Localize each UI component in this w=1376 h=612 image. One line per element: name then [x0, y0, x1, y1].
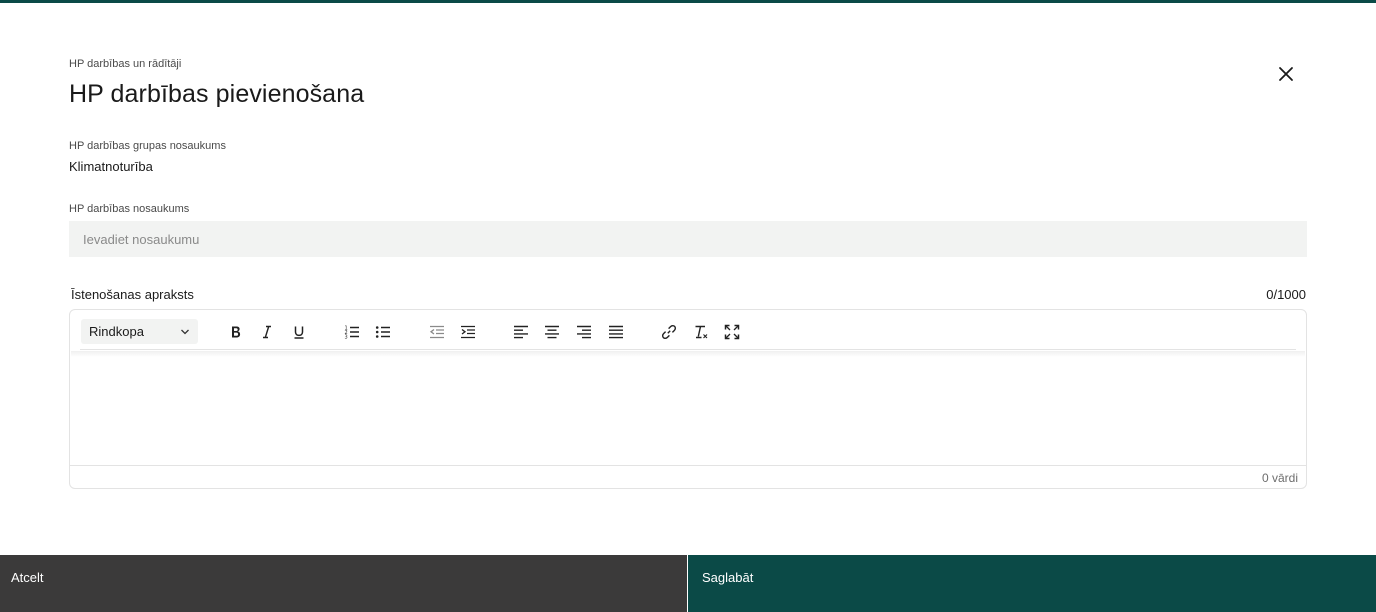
- outdent-icon: [429, 325, 444, 339]
- svg-text:3: 3: [345, 335, 348, 341]
- bullet-list-icon: [375, 326, 390, 338]
- editor-toolbar: Rindkopa 1 2 3: [80, 317, 1296, 350]
- align-left-icon: [514, 325, 528, 339]
- italic-icon: [263, 325, 271, 339]
- fullscreen-button[interactable]: [721, 321, 743, 343]
- clear-formatting-icon: [695, 325, 708, 339]
- bold-button[interactable]: [225, 321, 247, 343]
- outdent-button[interactable]: [426, 321, 448, 343]
- align-justify-icon: [609, 325, 623, 339]
- indent-icon: [461, 325, 475, 339]
- align-justify-button[interactable]: [605, 321, 627, 343]
- ordered-list-button[interactable]: 1 2 3: [341, 321, 363, 343]
- ordered-list-icon: 1 2 3: [345, 326, 359, 341]
- align-center-button[interactable]: [541, 321, 563, 343]
- clear-formatting-button[interactable]: [690, 321, 712, 343]
- bold-icon: [232, 326, 241, 338]
- italic-button[interactable]: [256, 321, 278, 343]
- underline-icon: [294, 326, 304, 339]
- align-left-button[interactable]: [510, 321, 532, 343]
- group-name-label: HP darbības grupas nosaukums: [69, 140, 226, 152]
- character-counter: 0/1000: [1266, 287, 1306, 302]
- cancel-button[interactable]: Atcelt: [0, 555, 687, 612]
- footer-actions: Atcelt Saglabāt: [0, 555, 1376, 612]
- underline-button[interactable]: [288, 321, 310, 343]
- breadcrumb: HP darbības un rādītāji: [69, 58, 182, 70]
- action-name-label: HP darbības nosaukums: [69, 203, 190, 215]
- close-icon: [1279, 67, 1293, 81]
- chevron-down-icon: [181, 329, 189, 335]
- page-title: HP darbības pievienošana: [69, 80, 365, 108]
- group-name-value: Klimatnoturība: [69, 159, 153, 174]
- indent-button[interactable]: [457, 321, 479, 343]
- align-center-icon: [545, 325, 559, 339]
- fullscreen-icon: [724, 324, 740, 340]
- editor-statusbar: 0 vārdi: [70, 465, 1306, 488]
- link-button[interactable]: [658, 321, 680, 343]
- editor-content-area[interactable]: [71, 357, 1305, 465]
- action-name-input[interactable]: [69, 221, 1307, 257]
- close-button[interactable]: [1274, 62, 1298, 86]
- block-format-value: Rindkopa: [89, 324, 144, 339]
- top-accent-bar: [0, 0, 1376, 3]
- align-right-icon: [577, 325, 591, 339]
- description-label: Īstenošanas apraksts: [71, 287, 194, 302]
- word-count: 0 vārdi: [1261, 471, 1298, 485]
- link-icon: [661, 324, 677, 340]
- bullet-list-button[interactable]: [372, 321, 394, 343]
- block-format-select[interactable]: Rindkopa: [81, 319, 198, 344]
- rich-text-editor: Rindkopa 1 2 3 0 vārdi: [69, 309, 1307, 489]
- align-right-button[interactable]: [573, 321, 595, 343]
- save-button[interactable]: Saglabāt: [688, 555, 1376, 612]
